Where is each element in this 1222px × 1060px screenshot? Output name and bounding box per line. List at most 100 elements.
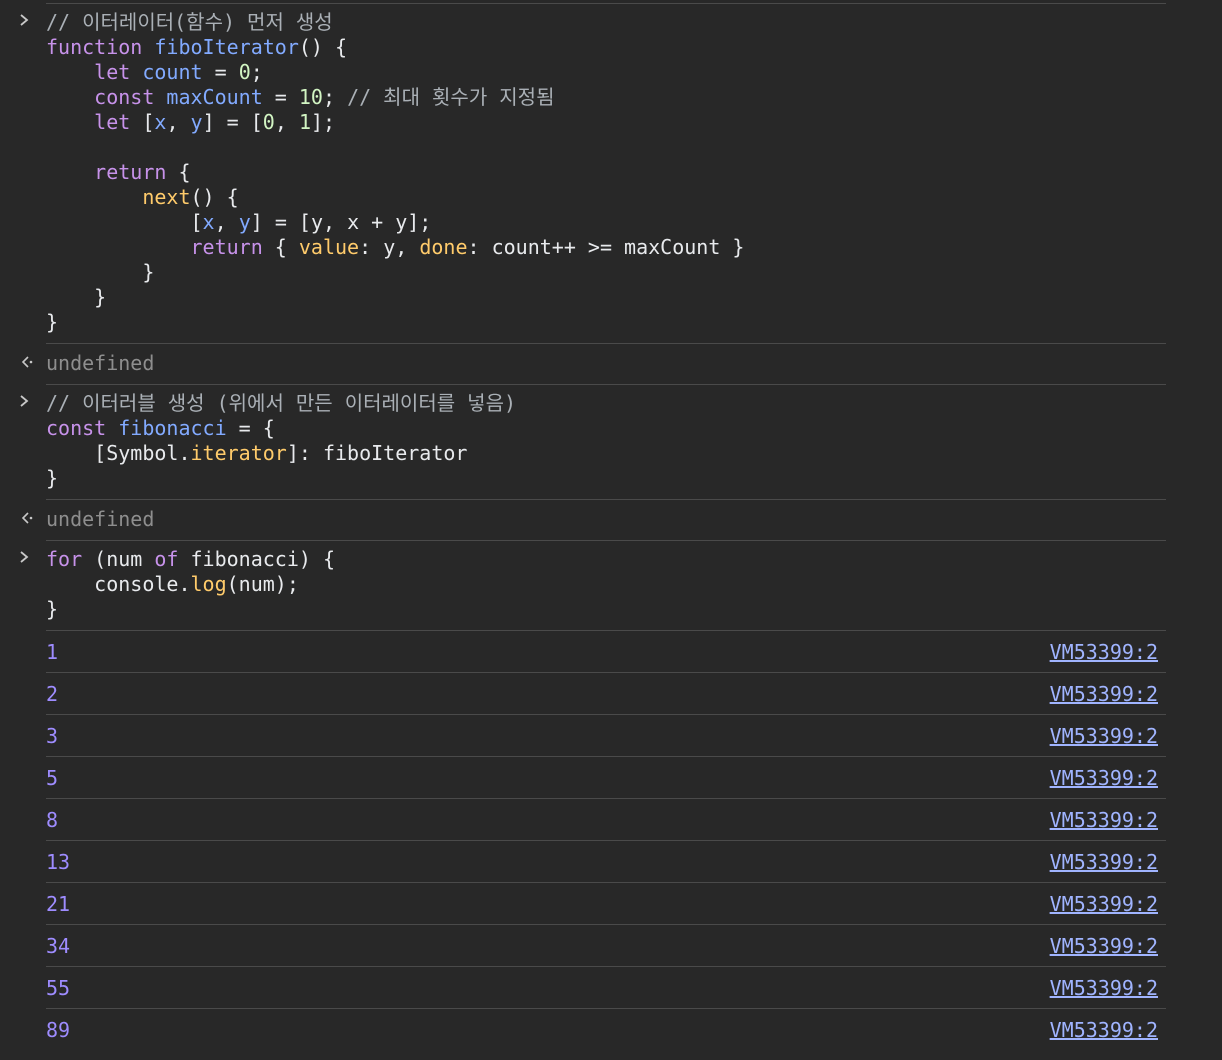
code-token: 0: [262, 110, 275, 134]
log-value: 8: [46, 808, 59, 832]
code-line: function fiboIterator() {: [46, 35, 1166, 60]
return-arrow-icon: [18, 353, 38, 373]
console-log-row: 13 VM53399:2: [46, 840, 1166, 882]
log-source-link[interactable]: VM53399:2: [1050, 849, 1158, 875]
code-line: }: [46, 466, 1166, 491]
code-token: }: [46, 310, 59, 334]
log-value: 13: [46, 850, 71, 874]
code-token: (num: [94, 547, 155, 571]
code-line: const maxCount = 10; // 최대 횟수가 지정됨: [46, 85, 1166, 110]
code-token: // 이터러블 생성 (위에서 만든 이터레이터를 넣음): [46, 391, 517, 415]
code-line: console.log(num);: [46, 572, 1166, 597]
code-token: (num);: [226, 572, 299, 596]
console-log-row: 5 VM53399:2: [46, 756, 1166, 798]
code-token: const: [46, 416, 119, 440]
log-value: 5: [46, 766, 59, 790]
log-source-link[interactable]: VM53399:2: [1050, 891, 1158, 917]
code-token: return: [190, 235, 275, 259]
code-token: log: [190, 572, 227, 596]
code-token: function: [46, 35, 155, 59]
code-token: {: [178, 160, 191, 184]
code-token: =: [262, 85, 299, 109]
log-source-link[interactable]: VM53399:2: [1050, 807, 1158, 833]
code-token: ,: [214, 210, 239, 234]
code-token: x: [154, 110, 167, 134]
code-line: return { value: y, done: count++ >= maxC…: [46, 235, 1166, 260]
code-token: x: [202, 210, 215, 234]
code-token: = {: [226, 416, 275, 440]
code-token: fibonacci: [118, 416, 227, 440]
code-token: count: [142, 60, 203, 84]
code-token: // 이터레이터(함수) 먼저 생성: [46, 10, 333, 34]
log-source-link[interactable]: VM53399:2: [1050, 765, 1158, 791]
console-input-entry[interactable]: // 이터레이터(함수) 먼저 생성 function fiboIterator(…: [20, 3, 1166, 343]
console-log-row: 89 VM53399:2: [46, 1008, 1166, 1050]
console-panel: // 이터레이터(함수) 먼저 생성 function fiboIterator(…: [0, 3, 1222, 1050]
console-result-entry: undefined: [21, 499, 1166, 540]
log-source-link[interactable]: VM53399:2: [1050, 1017, 1158, 1043]
code-token: value: [298, 235, 360, 259]
code-line: let count = 0;: [46, 60, 1166, 85]
code-token: y: [238, 210, 251, 234]
log-value: 34: [46, 934, 71, 958]
result-value: undefined: [46, 351, 155, 375]
console-log-row: 1 VM53399:2: [46, 630, 1166, 672]
code-token: ,: [274, 110, 299, 134]
code-token: ;: [250, 60, 263, 84]
log-source-link[interactable]: VM53399:2: [1050, 639, 1158, 665]
code-line: const fibonacci = {: [46, 416, 1166, 441]
code-token: console.: [46, 572, 191, 596]
code-line: }: [46, 597, 1166, 622]
console-log-row: 8 VM53399:2: [46, 798, 1166, 840]
code-token: done: [419, 235, 468, 259]
code-token: fibonacci) {: [190, 547, 336, 571]
console-log-row: 55 VM53399:2: [46, 966, 1166, 1008]
code-token: iterator: [190, 441, 287, 465]
log-value: 55: [46, 976, 71, 1000]
code-token: 0: [238, 60, 251, 84]
code-token: }: [46, 466, 59, 490]
code-token: y: [190, 110, 203, 134]
log-value: 3: [46, 724, 59, 748]
code-token: : y,: [359, 235, 420, 259]
code-token: for: [46, 547, 95, 571]
log-value: 89: [46, 1018, 71, 1042]
console-log-row: 2 VM53399:2: [46, 672, 1166, 714]
log-source-link[interactable]: VM53399:2: [1050, 681, 1158, 707]
code-token: maxCount: [166, 85, 263, 109]
code-line: }: [46, 285, 1166, 310]
code-token: next: [142, 185, 191, 209]
code-line: next() {: [46, 185, 1166, 210]
code-token: ] = [: [202, 110, 263, 134]
console-input-entry[interactable]: for (num of fibonacci) { console.log(num…: [20, 540, 1166, 630]
console-log-row: 21 VM53399:2: [46, 882, 1166, 924]
code-token: {: [274, 235, 299, 259]
code-token: // 최대 횟수가 지정됨: [347, 85, 555, 109]
code-line: [x, y] = [y, x + y];: [46, 210, 1166, 235]
return-arrow-icon: [18, 509, 38, 529]
code-token: ;: [322, 85, 348, 109]
code-line: }: [46, 310, 1166, 335]
code-token: let: [94, 60, 143, 84]
code-token: }: [46, 260, 155, 284]
code-token: 10: [298, 85, 323, 109]
code-token: =: [202, 60, 239, 84]
log-source-link[interactable]: VM53399:2: [1050, 933, 1158, 959]
code-line: [Symbol.iterator]: fiboIterator: [46, 441, 1166, 466]
log-source-link[interactable]: VM53399:2: [1050, 723, 1158, 749]
code-token: [: [142, 110, 155, 134]
console-input-entry[interactable]: // 이터러블 생성 (위에서 만든 이터레이터를 넣음) const fibon…: [20, 384, 1166, 499]
code-token: return: [94, 160, 179, 184]
code-token: 1: [298, 110, 311, 134]
code-token: ] = [y, x + y];: [250, 210, 432, 234]
code-line: let [x, y] = [0, 1];: [46, 110, 1166, 135]
code-token: }: [46, 597, 59, 621]
chevron-right-icon: [18, 12, 38, 32]
chevron-right-icon: [18, 549, 38, 569]
log-source-link[interactable]: VM53399:2: [1050, 975, 1158, 1001]
chevron-right-icon: [18, 393, 38, 413]
code-token: fiboIterator: [154, 35, 299, 59]
